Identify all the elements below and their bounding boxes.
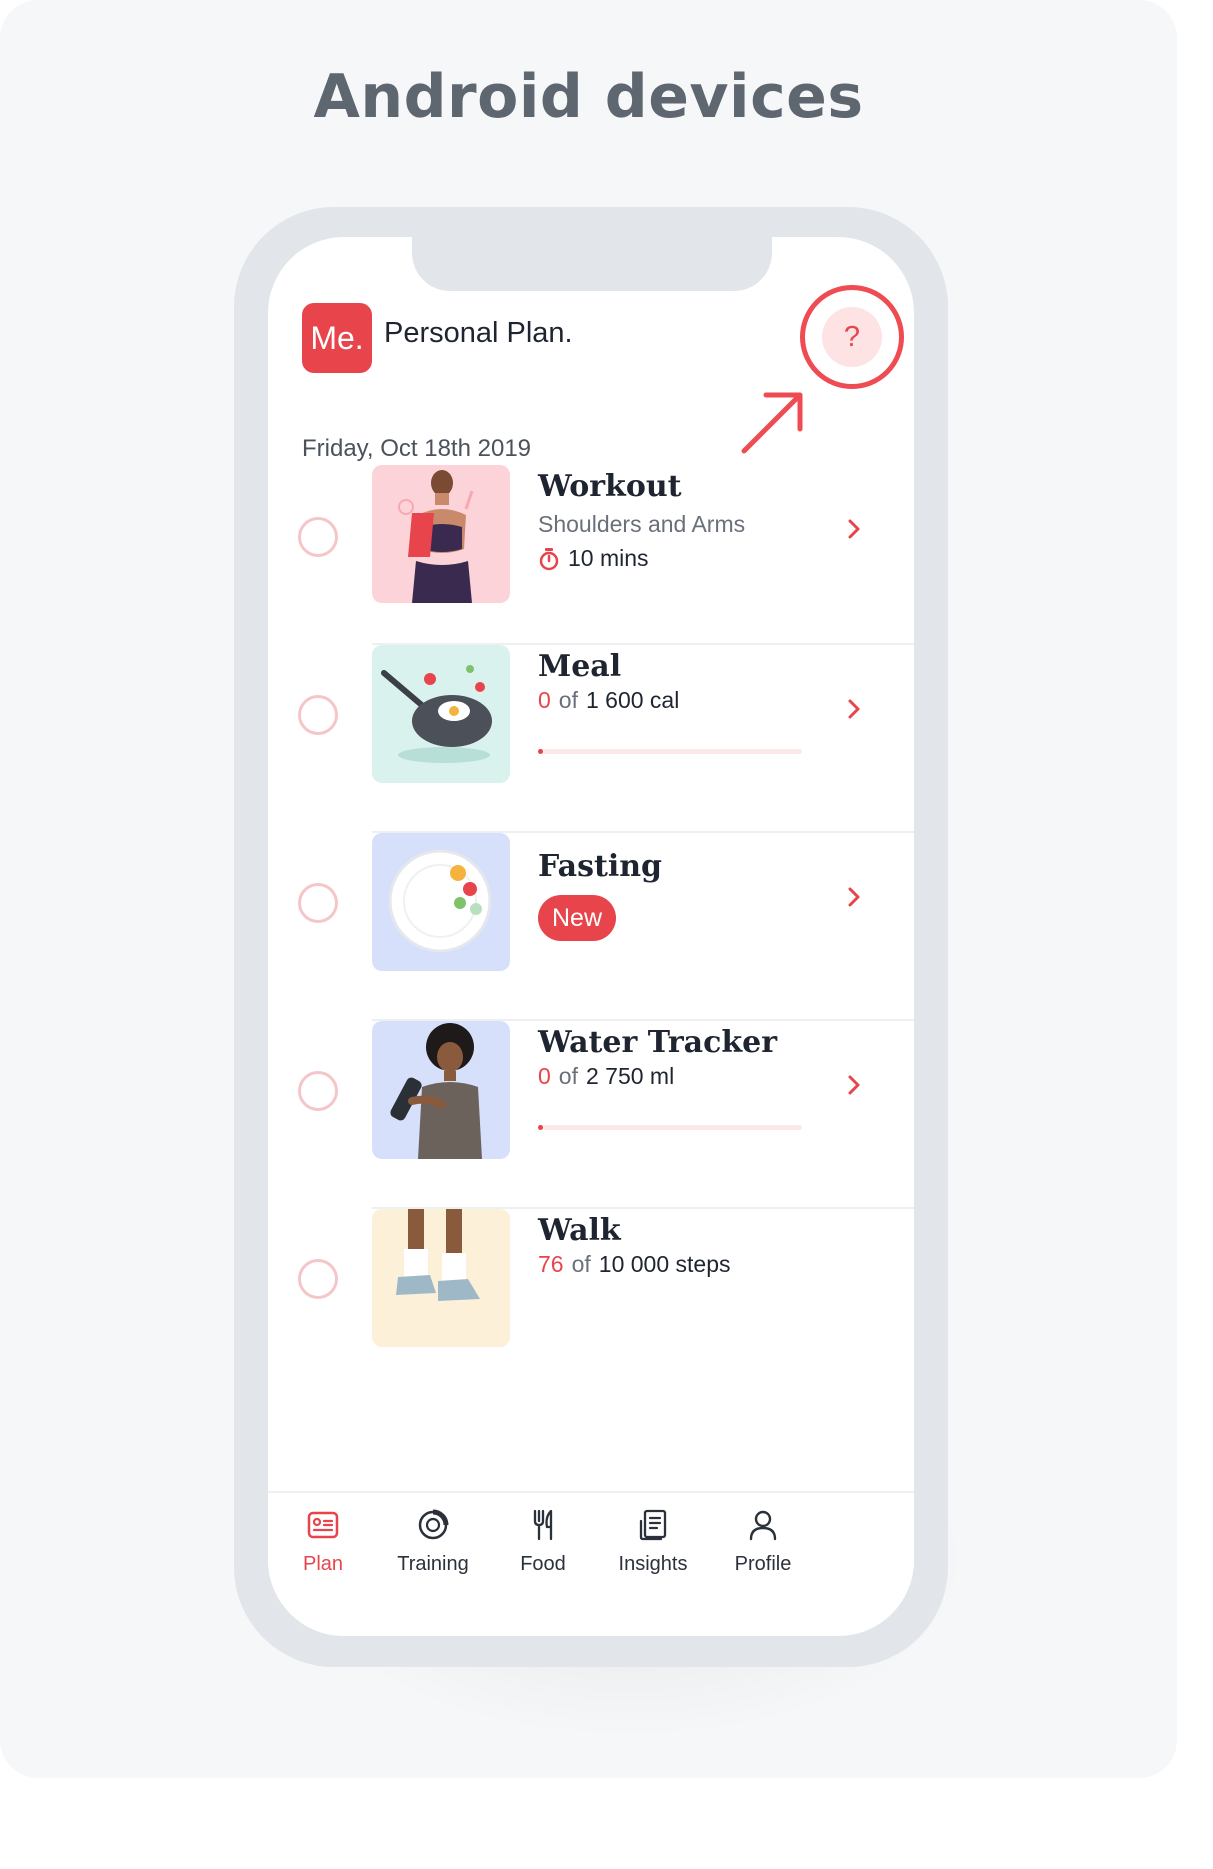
tab-insights[interactable]: Insights: [598, 1507, 708, 1576]
chevron-right-icon[interactable]: [842, 517, 866, 541]
item-title: Meal: [538, 649, 622, 684]
plan-date: Friday, Oct 18th 2019: [302, 435, 532, 462]
duration-text: 10 mins: [568, 545, 649, 571]
water-progress-text: 0 of 2 750 ml: [538, 1063, 674, 1090]
pointer-arrow-icon: [741, 392, 803, 454]
complete-checkbox[interactable]: [298, 517, 338, 557]
workout-person-image: [398, 470, 474, 603]
meal-of: of: [558, 687, 578, 713]
water-thumbnail: [372, 1021, 510, 1159]
tab-label: Profile: [734, 1553, 792, 1575]
sneakers-image: [396, 1209, 480, 1301]
chevron-right-icon[interactable]: [842, 1073, 866, 1097]
new-badge: New: [538, 895, 617, 941]
meal-progress-fill: [538, 749, 543, 754]
workout-thumbnail: [372, 465, 510, 603]
walk-of: of: [571, 1251, 591, 1277]
water-progress-fill: [538, 1125, 543, 1130]
chevron-right-icon[interactable]: [842, 885, 866, 909]
timer-icon: [539, 547, 559, 570]
complete-checkbox[interactable]: [298, 1071, 338, 1111]
tab-profile[interactable]: Profile: [708, 1507, 818, 1576]
chevron-right-icon[interactable]: [842, 697, 866, 721]
item-title: Water Tracker: [538, 1025, 778, 1060]
phone-frame: Me. Personal Plan. ? Friday, Oct 18th 20…: [234, 207, 948, 1667]
walk-thumbnail: [372, 1209, 510, 1347]
meal-target: 1 600 cal: [585, 687, 680, 713]
plan-item-workout[interactable]: Workout Shoulders and Arms 10 mins: [268, 465, 914, 615]
help-button[interactable]: ?: [822, 307, 882, 367]
meal-current: 0: [538, 687, 551, 713]
meal-thumbnail: [372, 645, 510, 783]
item-duration: 10 mins: [538, 545, 649, 572]
complete-checkbox[interactable]: [298, 1259, 338, 1299]
tab-label: Plan: [302, 1553, 344, 1575]
bottom-tab-bar: Plan Training Food Insights Profile: [268, 1491, 914, 1636]
profile-icon: [749, 1510, 777, 1541]
water-target: 2 750 ml: [585, 1063, 675, 1089]
insights-icon: [639, 1509, 667, 1541]
pan-food-image: [381, 665, 492, 763]
complete-checkbox[interactable]: [298, 695, 338, 735]
walk-target: 10 000 steps: [598, 1251, 731, 1277]
food-icon: [533, 1509, 553, 1541]
item-title: Workout: [538, 469, 682, 504]
plan-item-meal[interactable]: Meal 0 of 1 600 cal: [268, 645, 914, 831]
tab-label: Insights: [618, 1553, 688, 1575]
water-progress-bar: [538, 1125, 802, 1130]
item-title: Fasting: [538, 849, 663, 884]
plan-icon: [307, 1511, 339, 1539]
plan-item-fasting[interactable]: Fasting New: [268, 833, 914, 1019]
background-card: Android devices Me. Personal Plan. ? Fri…: [0, 0, 1177, 1778]
training-icon: [418, 1509, 449, 1540]
phone-notch: [412, 237, 772, 291]
page-heading: Android devices: [313, 62, 864, 132]
app-logo: Me.: [302, 303, 372, 373]
app-title: Personal Plan.: [384, 317, 573, 349]
complete-checkbox[interactable]: [298, 883, 338, 923]
water-current: 0: [538, 1063, 551, 1089]
walk-current: 76: [538, 1251, 564, 1277]
tab-food[interactable]: Food: [488, 1507, 598, 1576]
meal-progress-text: 0 of 1 600 cal: [538, 687, 679, 714]
plate-image: [388, 849, 492, 953]
item-subtitle: Shoulders and Arms: [538, 511, 746, 537]
meal-progress-bar: [538, 749, 802, 754]
plan-item-water-tracker[interactable]: Water Tracker 0 of 2 750 ml: [268, 1021, 914, 1207]
item-title: Walk: [538, 1213, 621, 1248]
tab-plan[interactable]: Plan: [268, 1507, 378, 1576]
tab-training[interactable]: Training: [378, 1507, 488, 1576]
tab-label: Food: [520, 1553, 566, 1575]
plan-item-walk[interactable]: Walk 76 of 10 000 steps: [268, 1209, 914, 1395]
walk-progress-text: 76 of 10 000 steps: [538, 1251, 731, 1278]
water-of: of: [558, 1063, 578, 1089]
tab-label: Training: [397, 1553, 469, 1575]
water-person-image: [390, 1023, 482, 1159]
phone-screen: Me. Personal Plan. ? Friday, Oct 18th 20…: [268, 237, 914, 1636]
fasting-thumbnail: [372, 833, 510, 971]
